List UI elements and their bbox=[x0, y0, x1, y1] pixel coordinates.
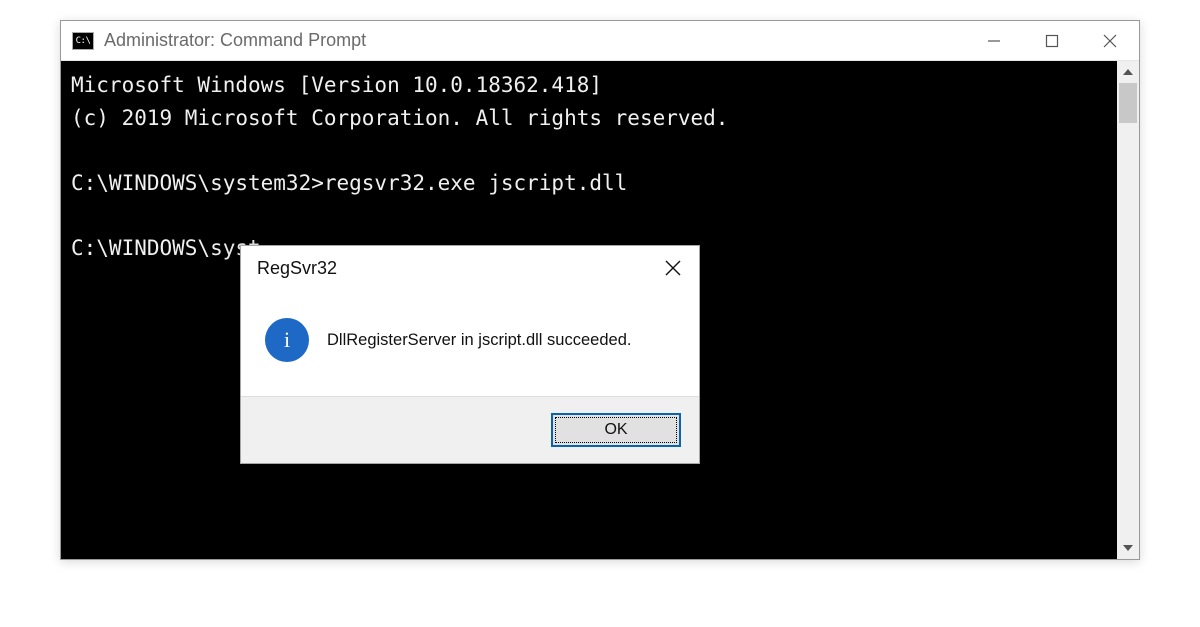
ok-button[interactable]: OK bbox=[551, 413, 681, 447]
close-button[interactable] bbox=[1081, 21, 1139, 60]
maximize-icon bbox=[1045, 34, 1059, 48]
minimize-button[interactable] bbox=[965, 21, 1023, 60]
console-line-copyright: (c) 2019 Microsoft Corporation. All righ… bbox=[71, 106, 728, 130]
scroll-up-button[interactable] bbox=[1117, 61, 1139, 83]
regsvr32-dialog: RegSvr32 i DllRegisterServer in jscript.… bbox=[240, 245, 700, 464]
dialog-message: DllRegisterServer in jscript.dll succeed… bbox=[327, 331, 631, 350]
window-title: Administrator: Command Prompt bbox=[104, 30, 965, 51]
chevron-down-icon bbox=[1123, 545, 1133, 551]
chevron-up-icon bbox=[1123, 69, 1133, 75]
console-line-prompt1: C:\WINDOWS\system32>regsvr32.exe jscript… bbox=[71, 171, 627, 195]
dialog-titlebar[interactable]: RegSvr32 bbox=[241, 246, 699, 290]
dialog-close-button[interactable] bbox=[647, 246, 699, 290]
window-controls bbox=[965, 21, 1139, 60]
scroll-down-button[interactable] bbox=[1117, 537, 1139, 559]
scroll-track[interactable] bbox=[1117, 83, 1139, 537]
dialog-title: RegSvr32 bbox=[257, 258, 647, 279]
close-icon bbox=[1102, 33, 1118, 49]
console-line-version: Microsoft Windows [Version 10.0.18362.41… bbox=[71, 73, 602, 97]
maximize-button[interactable] bbox=[1023, 21, 1081, 60]
scroll-thumb[interactable] bbox=[1119, 83, 1137, 123]
dialog-footer: OK bbox=[241, 396, 699, 463]
close-icon bbox=[664, 259, 682, 277]
scrollbar[interactable] bbox=[1117, 61, 1139, 559]
titlebar[interactable]: C:\ Administrator: Command Prompt bbox=[61, 21, 1139, 61]
app-icon: C:\ bbox=[72, 32, 94, 50]
dialog-body: i DllRegisterServer in jscript.dll succe… bbox=[241, 290, 699, 396]
console-line-prompt2: C:\WINDOWS\syst bbox=[71, 236, 261, 260]
info-icon: i bbox=[265, 318, 309, 362]
minimize-icon bbox=[987, 34, 1001, 48]
